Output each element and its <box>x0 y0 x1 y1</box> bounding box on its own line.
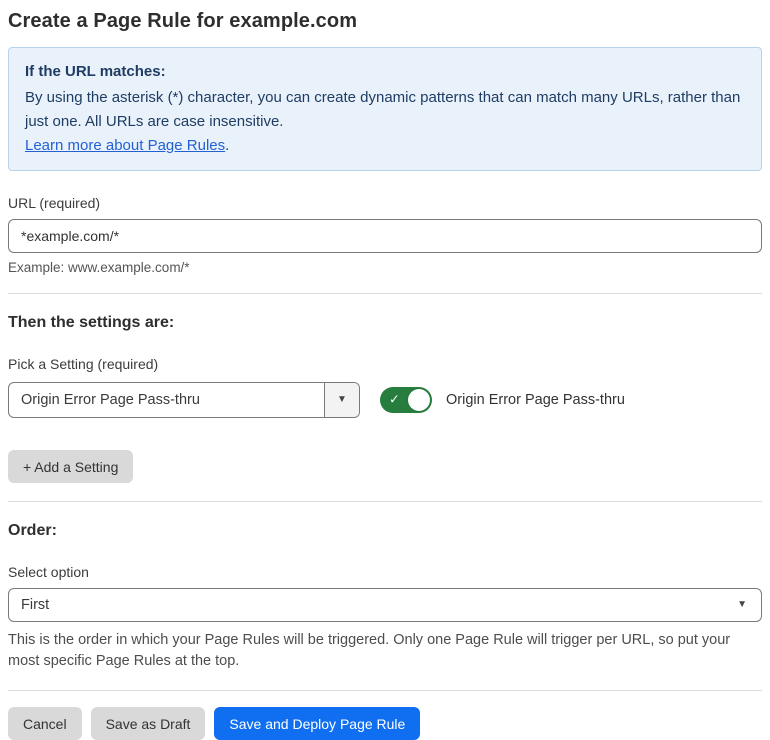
info-box-link-line: Learn more about Page Rules. <box>25 134 745 158</box>
order-section-heading: Order: <box>8 522 57 539</box>
save-deploy-button[interactable]: Save and Deploy Page Rule <box>214 707 421 740</box>
divider <box>8 690 762 691</box>
page-title: Create a Page Rule for example.com <box>8 10 358 32</box>
setting-dropdown[interactable]: Origin Error Page Pass-thru ▼ <box>8 382 360 418</box>
url-match-info-box: If the URL matches: By using the asteris… <box>8 47 762 171</box>
setting-dropdown-value: Origin Error Page Pass-thru <box>21 392 200 408</box>
chevron-down-icon: ▼ <box>737 599 747 610</box>
url-example-helper: Example: www.example.com/* <box>8 260 190 275</box>
pick-setting-label: Pick a Setting (required) <box>8 356 159 372</box>
toggle-knob <box>408 389 430 411</box>
add-setting-button[interactable]: + Add a Setting <box>8 450 134 483</box>
setting-toggle-label: Origin Error Page Pass-thru <box>446 392 625 408</box>
order-select[interactable]: First ▼ <box>8 588 762 622</box>
cancel-button[interactable]: Cancel <box>8 707 82 740</box>
save-draft-button[interactable]: Save as Draft <box>90 707 206 740</box>
info-box-body: By using the asterisk (*) character, you… <box>25 89 741 130</box>
info-box-heading: If the URL matches: <box>25 63 166 80</box>
page-rule-form: Create a Page Rule for example.com If th… <box>0 0 770 740</box>
order-helper-text: This is the order in which your Page Rul… <box>8 632 731 669</box>
setting-toggle[interactable]: ✓ <box>380 387 432 413</box>
divider <box>8 501 762 502</box>
url-input[interactable] <box>8 219 762 253</box>
check-icon: ✓ <box>389 391 400 407</box>
divider <box>8 293 762 294</box>
setting-row: Origin Error Page Pass-thru ▼ ✓ Origin E… <box>8 382 762 418</box>
order-select-label: Select option <box>8 564 89 580</box>
link-suffix: . <box>225 137 230 154</box>
setting-dropdown-arrow-segment[interactable]: ▼ <box>324 383 359 417</box>
footer-actions: Cancel Save as Draft Save and Deploy Pag… <box>8 707 762 740</box>
learn-more-link[interactable]: Learn more about Page Rules <box>25 137 225 154</box>
settings-section-heading: Then the settings are: <box>8 314 175 331</box>
order-select-value: First <box>21 597 50 613</box>
chevron-down-icon: ▼ <box>337 394 347 405</box>
url-field-label: URL (required) <box>8 195 101 211</box>
